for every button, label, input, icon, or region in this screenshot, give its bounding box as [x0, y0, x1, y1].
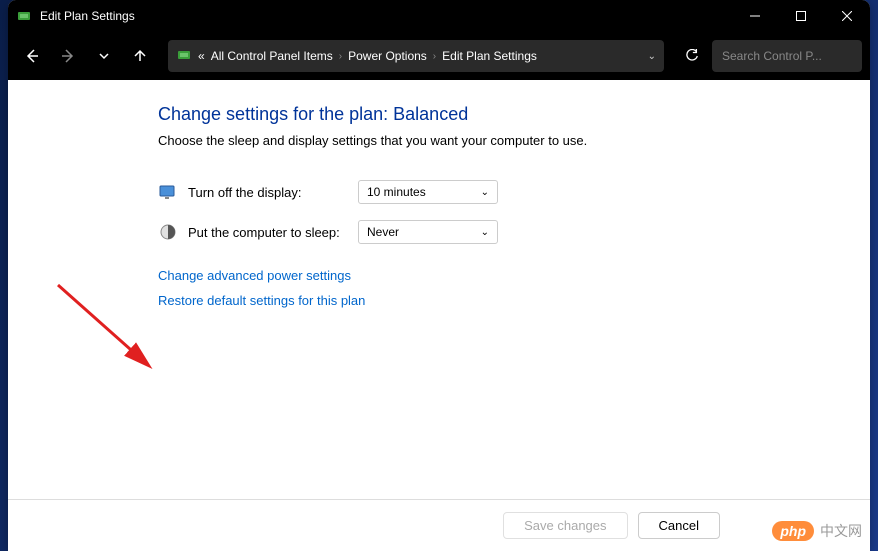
close-icon [842, 11, 852, 21]
sleep-dropdown[interactable]: Never ⌄ [358, 220, 498, 244]
content-area: Change settings for the plan: Balanced C… [8, 80, 870, 499]
chevron-down-icon [99, 51, 109, 61]
watermark-badge: php [772, 521, 814, 541]
display-value: 10 minutes [367, 185, 426, 199]
breadcrumb-item-edit[interactable]: Edit Plan Settings [442, 49, 537, 63]
up-button[interactable] [124, 40, 156, 72]
page-subtext: Choose the sleep and display settings th… [158, 133, 720, 148]
cancel-button[interactable]: Cancel [638, 512, 720, 539]
save-button[interactable]: Save changes [503, 512, 627, 539]
back-arrow-icon [24, 48, 40, 64]
forward-arrow-icon [60, 48, 76, 64]
setting-row-sleep: Put the computer to sleep: Never ⌄ [158, 220, 720, 244]
window: Edit Plan Settings [8, 0, 870, 551]
breadcrumb-item-power[interactable]: Power Options [348, 49, 427, 63]
breadcrumb-item-all[interactable]: All Control Panel Items [211, 49, 333, 63]
chevron-down-icon[interactable]: ⌄ [648, 51, 656, 62]
minimize-button[interactable] [732, 0, 778, 32]
advanced-settings-link[interactable]: Change advanced power settings [158, 268, 720, 283]
sleep-label: Put the computer to sleep: [188, 225, 358, 240]
display-label: Turn off the display: [188, 185, 358, 200]
refresh-icon [685, 49, 699, 63]
back-button[interactable] [16, 40, 48, 72]
chevron-down-icon: ⌄ [481, 227, 489, 238]
watermark: php 中文网 [772, 521, 862, 541]
page-heading: Change settings for the plan: Balanced [158, 104, 720, 125]
display-dropdown[interactable]: 10 minutes ⌄ [358, 180, 498, 204]
window-title: Edit Plan Settings [40, 9, 732, 23]
window-controls [732, 0, 870, 32]
forward-button[interactable] [52, 40, 84, 72]
sleep-icon [158, 222, 178, 242]
refresh-button[interactable] [676, 40, 708, 72]
titlebar: Edit Plan Settings [8, 0, 870, 32]
breadcrumb[interactable]: « All Control Panel Items › Power Option… [168, 40, 664, 72]
chevron-down-icon: ⌄ [481, 187, 489, 198]
chevron-right-icon: › [433, 51, 436, 62]
search-input[interactable] [722, 49, 870, 63]
restore-defaults-link[interactable]: Restore default settings for this plan [158, 293, 720, 308]
maximize-button[interactable] [778, 0, 824, 32]
recent-dropdown[interactable] [88, 40, 120, 72]
sleep-value: Never [367, 225, 399, 239]
toolbar: « All Control Panel Items › Power Option… [8, 32, 870, 80]
search-box[interactable] [712, 40, 862, 72]
app-icon [16, 8, 32, 24]
setting-row-display: Turn off the display: 10 minutes ⌄ [158, 180, 720, 204]
maximize-icon [796, 11, 806, 21]
control-panel-icon [176, 47, 192, 66]
chevron-right-icon: › [339, 51, 342, 62]
watermark-text: 中文网 [820, 521, 862, 541]
footer: Save changes Cancel [8, 499, 870, 551]
breadcrumb-prefix: « [198, 49, 205, 63]
close-button[interactable] [824, 0, 870, 32]
minimize-icon [750, 11, 760, 21]
up-arrow-icon [132, 48, 148, 64]
display-icon [158, 182, 178, 202]
